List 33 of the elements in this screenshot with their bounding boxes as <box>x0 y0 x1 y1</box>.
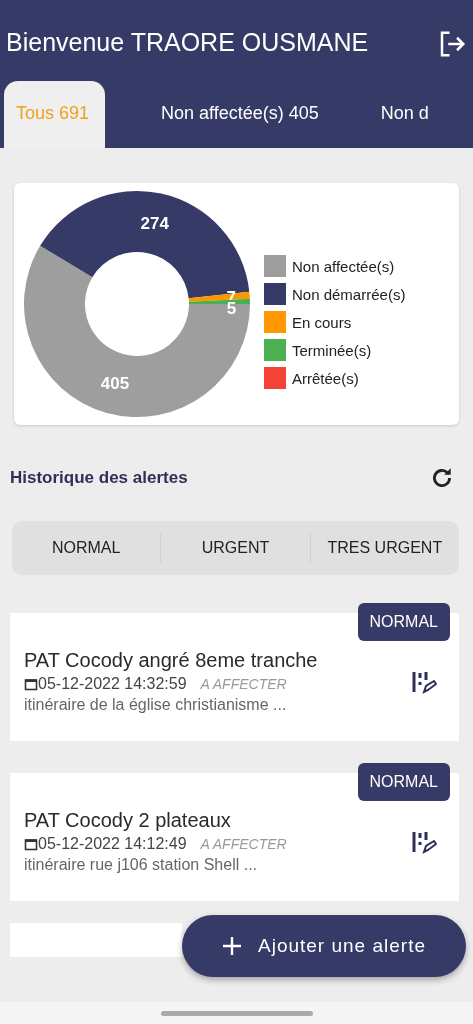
add-alert-button[interactable]: Ajouter une alerte <box>182 915 466 977</box>
filter-tab[interactable]: URGENT <box>161 533 311 563</box>
section-title: Historique des alertes <box>10 468 188 488</box>
priority-badge: NORMAL <box>357 763 450 801</box>
legend-label: Non affectée(s) <box>292 257 395 275</box>
legend-swatch <box>264 339 286 361</box>
alert-description: itinéraire rue j106 station Shell ... <box>24 856 258 874</box>
legend-label: En cours <box>292 313 352 331</box>
legend-swatch <box>264 255 286 277</box>
calendar-icon <box>24 677 38 691</box>
slice-value: 405 <box>100 374 130 394</box>
alert-title: PAT Cocody angré 8eme tranche <box>24 649 319 672</box>
legend-swatch <box>264 367 286 389</box>
slice-value: 274 <box>140 214 169 234</box>
tab[interactable]: Non d <box>368 81 441 148</box>
alert-date: 05-12-2022 14:32:59 <box>38 675 187 693</box>
filter-tab[interactable]: NORMAL <box>12 533 162 563</box>
alert-description: itinéraire de la église christianisme ... <box>24 696 288 714</box>
legend-label: Non démarrée(s) <box>292 285 406 303</box>
alert-status: A AFFECTER <box>200 836 287 852</box>
alert-date: 05-12-2022 14:12:49 <box>38 835 187 853</box>
legend-swatch <box>264 283 286 305</box>
alert-title: PAT Cocody 2 plateaux <box>24 809 232 832</box>
alert-status: A AFFECTER <box>200 676 287 692</box>
legend-swatch <box>264 311 286 333</box>
plus-icon <box>222 936 242 956</box>
welcome-title: Bienvenue TRAORE OUSMANE <box>5 27 370 57</box>
priority-badge: NORMAL <box>357 603 450 641</box>
legend-label: Terminée(s) <box>292 341 372 359</box>
calendar-icon <box>24 837 38 851</box>
tab[interactable]: Non affectée(s) 405 <box>149 81 331 148</box>
legend-label: Arrêtée(s) <box>292 369 359 387</box>
filter-tab[interactable]: TRES URGENT <box>310 533 459 563</box>
